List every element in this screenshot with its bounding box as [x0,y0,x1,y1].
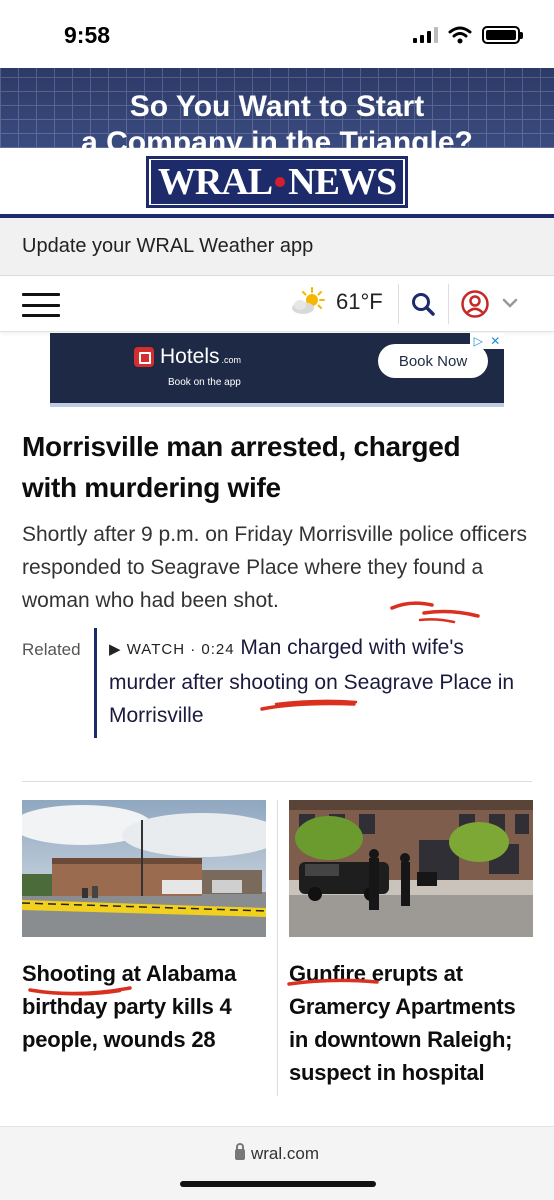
nav-divider [448,284,449,324]
story-card[interactable]: Shooting at Alabama birthday party kills… [22,800,266,1056]
ad-choices-icon[interactable]: ▷ [474,334,483,348]
weather-widget[interactable]: 61°F [290,286,383,318]
wral-news-logo[interactable]: WRAL NEWS [146,156,408,208]
update-app-text: Update your WRAL Weather app [22,235,314,257]
nav-divider [398,284,399,324]
ad-headline-line-2: a Company in the Triangle? [81,126,473,148]
gramercy-scene-photo [289,800,533,937]
site-header: WRAL NEWS [0,148,554,216]
hotels-logo: Hotels .com [134,345,241,369]
lock-icon [234,1143,245,1160]
story-card-image[interactable] [289,800,533,937]
watch-tag: ▶ WATCH · 0:24 [109,641,235,658]
account-icon[interactable] [460,289,490,319]
search-icon[interactable] [410,291,436,317]
logo-text-news: NEWS [288,161,397,203]
hotels-brand-suffix: .com [221,355,242,365]
red-underline-annotation [260,699,358,711]
url-domain: wral.com [250,1144,319,1163]
alabama-scene-photo [22,800,266,937]
red-underline-annotation [28,986,132,996]
update-app-banner[interactable]: Update your WRAL Weather app [0,218,554,276]
battery-icon [482,26,523,44]
browser-url-bar[interactable]: wral.com [0,1126,554,1200]
temperature: 61°F [336,289,383,314]
section-divider [22,781,532,782]
related-story-link[interactable]: ▶ WATCH · 0:24 Man charged with wife's m… [109,631,529,732]
close-ad-icon[interactable]: ✕ [490,334,500,348]
story-card[interactable]: Gunfire erupts at Gramercy Apartments in… [289,800,533,1089]
ad-headline-line-1: So You Want to Start [129,90,425,123]
home-indicator[interactable] [180,1181,376,1187]
card-divider [277,800,278,1096]
ad-divider [50,403,504,407]
story-card-image[interactable] [22,800,266,937]
partly-sunny-icon [292,287,325,314]
logo-text-wral: WRAL [157,161,273,203]
related-label: Related [22,640,81,659]
status-bar: 9:58 [0,0,554,68]
logo-dot-icon [275,177,286,187]
nav-bar: 61°F [0,276,554,332]
cellular-signal-icon [413,27,438,43]
hotels-tagline: Book on the app [168,377,241,388]
menu-icon[interactable] [22,293,60,317]
chevron-down-icon[interactable] [502,296,518,310]
book-now-button[interactable]: Book Now [378,344,488,378]
wifi-icon [448,26,472,44]
red-underline-annotation [390,601,480,624]
hotels-ad-banner[interactable]: Hotels .com Book on the app Book Now ▷ ✕ [50,333,504,403]
status-icons [413,26,523,44]
main-headline[interactable]: Morrisville man arrested, charged with m… [22,426,522,508]
related-accent-bar [94,628,97,738]
status-time: 9:58 [64,22,111,48]
hotels-brand: Hotels [160,345,220,368]
top-banner-ad[interactable]: So You Want to Start a Company in the Tr… [0,68,554,148]
ad-choices[interactable]: ▷ ✕ [470,333,504,349]
url-display[interactable]: wral.com [0,1143,554,1164]
story-card-title[interactable]: Shooting at Alabama birthday party kills… [22,957,266,1056]
red-underline-annotation [287,978,379,986]
hotels-logo-icon [134,347,154,367]
